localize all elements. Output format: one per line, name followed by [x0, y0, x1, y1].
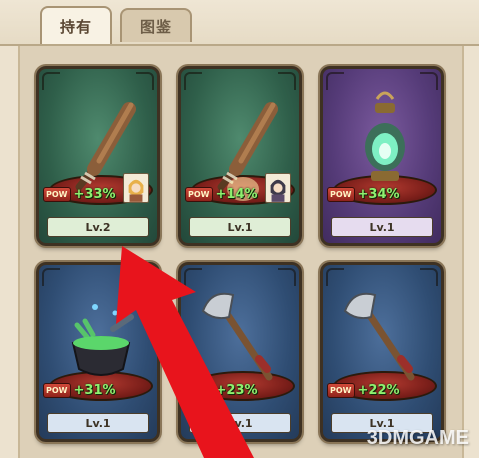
character-portrait-icon [128, 179, 144, 202]
tab-codex[interactable]: 图鉴 [120, 8, 192, 42]
pow-badge: POW [43, 383, 71, 398]
bonus-value: +34% [357, 187, 400, 202]
level-label: Lv.1 [189, 413, 291, 433]
item-card-axe-1[interactable]: POW +23% Lv.1 [178, 262, 302, 442]
level-label: Lv.1 [331, 217, 433, 237]
character-avatar [123, 173, 149, 203]
character-avatar [265, 173, 291, 203]
pow-stat: POW +14% [185, 187, 258, 202]
pow-badge: POW [185, 383, 213, 398]
item-card-club-1[interactable]: POW +33% Lv.2 [36, 66, 160, 246]
pow-badge: POW [327, 187, 355, 202]
bonus-value: +22% [357, 383, 400, 398]
item-card-lantern[interactable]: POW +34% Lv.1 [320, 66, 444, 246]
pow-stat: POW +33% [43, 187, 116, 202]
pow-stat: POW +34% [327, 187, 400, 202]
pow-badge: POW [185, 187, 213, 202]
item-card-cauldron[interactable]: POW +31% Lv.1 [36, 262, 160, 442]
pow-stat: POW +23% [185, 383, 258, 398]
bonus-value: +33% [73, 187, 116, 202]
pow-stat: POW +31% [43, 383, 116, 398]
pow-stat: POW +22% [327, 383, 400, 398]
level-label: Lv.1 [189, 217, 291, 237]
watermark-logo: 3DMGAME [366, 427, 469, 449]
bonus-value: +23% [215, 383, 258, 398]
tab-owned[interactable]: 持有 [40, 6, 112, 44]
pow-badge: POW [43, 187, 71, 202]
level-label: Lv.2 [47, 217, 149, 237]
level-label: Lv.1 [47, 413, 149, 433]
item-card-axe-2[interactable]: POW +22% Lv.1 [320, 262, 444, 442]
item-card-club-2[interactable]: POW +14% Lv.1 [178, 66, 302, 246]
tab-bar: 持有 图鉴 [0, 0, 479, 46]
character-portrait-icon [270, 179, 286, 202]
pow-badge: POW [327, 383, 355, 398]
bonus-value: +14% [215, 187, 258, 202]
inventory-screen: 持有 图鉴 POW +33% Lv.2 POW +14% Lv.1 POW +3… [0, 0, 479, 458]
bonus-value: +31% [73, 383, 116, 398]
